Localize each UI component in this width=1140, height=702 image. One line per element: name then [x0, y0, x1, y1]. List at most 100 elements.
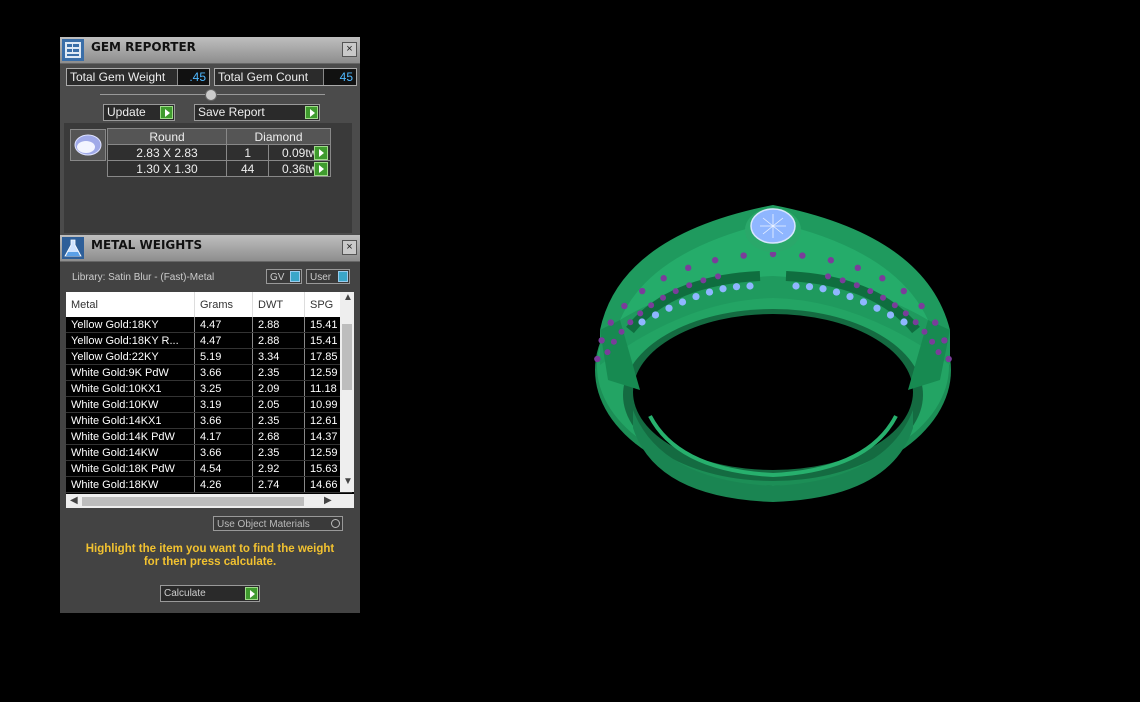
side-gem — [891, 302, 898, 309]
channel-gem — [638, 318, 646, 326]
side-gem — [921, 328, 928, 335]
side-gem — [621, 302, 628, 310]
save-report-button[interactable]: Save Report — [194, 104, 320, 121]
cell-metal: White Gold:14K PdW — [66, 428, 195, 445]
metal-table-header: Metal Grams DWT SPG — [66, 292, 352, 317]
gv-toggle[interactable]: GV — [266, 269, 302, 284]
vertical-scroll-thumb[interactable] — [342, 324, 352, 390]
gem-reporter-title: GEM REPORTER — [91, 40, 196, 54]
total-gem-weight-field: Total Gem Weight .45 — [66, 68, 210, 86]
cell-dwt: 2.35 — [252, 444, 305, 461]
cell-dwt: 3.34 — [252, 348, 305, 365]
side-gem — [711, 257, 719, 264]
table-row[interactable]: White Gold:10KX1 3.25 2.09 11.18 — [66, 380, 352, 397]
horizontal-scroll-thumb[interactable] — [82, 497, 304, 506]
gem-thumbnail — [70, 129, 106, 161]
cell-grams: 4.17 — [194, 428, 253, 445]
table-row[interactable]: Yellow Gold:22KY 5.19 3.34 17.85 — [66, 348, 352, 365]
metal-table-container[interactable]: Metal Grams DWT SPG Yellow Gold:18KY 4.47… — [66, 292, 354, 508]
3d-viewport[interactable] — [560, 180, 980, 510]
side-gem — [594, 355, 601, 363]
user-toggle[interactable]: User — [306, 269, 350, 284]
update-button[interactable]: Update — [103, 104, 175, 121]
horizontal-scrollbar[interactable]: ◀ ▶ — [66, 494, 354, 508]
instruction-text: Highlight the item you want to find the … — [70, 543, 350, 569]
gem-material-header: Diamond — [226, 128, 331, 145]
gv-toggle-label: GV — [270, 272, 285, 283]
panel-divider-handle[interactable] — [205, 89, 217, 101]
gem-row-select-arrow-icon[interactable] — [314, 162, 328, 176]
metal-weights-titlebar[interactable]: METAL WEIGHTS × — [60, 235, 360, 262]
gem-count: 1 — [225, 144, 270, 161]
side-gem — [660, 294, 667, 301]
cell-grams: 5.19 — [194, 348, 253, 365]
column-header-grams[interactable]: Grams — [194, 292, 253, 317]
cell-metal: White Gold:10KX1 — [66, 380, 195, 397]
user-toggle-label: User — [310, 272, 332, 283]
table-row[interactable]: White Gold:18K PdW 4.54 2.92 15.63 — [66, 460, 352, 477]
gem-row-select-arrow-icon[interactable] — [314, 146, 328, 160]
side-gem — [604, 349, 611, 356]
total-gem-weight-value: .45 — [177, 69, 209, 85]
save-report-button-label: Save Report — [198, 105, 265, 119]
channel-gem — [832, 288, 841, 296]
gem-reporter-titlebar[interactable]: GEM REPORTER × — [60, 37, 360, 64]
scroll-right-arrow-icon[interactable]: ▶ — [324, 495, 332, 506]
channel-gem — [665, 304, 673, 312]
gem-table-header: Round Diamond — [107, 128, 331, 145]
side-gem — [610, 338, 617, 345]
side-gem — [799, 252, 806, 259]
vertical-scrollbar[interactable]: ▲ ▼ — [340, 292, 354, 492]
cell-grams: 3.25 — [194, 380, 253, 397]
gem-row[interactable]: 1.30 X 1.30 44 0.36tw — [107, 160, 331, 177]
side-gem — [607, 319, 614, 326]
column-header-dwt[interactable]: DWT — [252, 292, 305, 317]
table-row[interactable]: White Gold:14KX1 3.66 2.35 12.61 — [66, 412, 352, 429]
column-header-metal[interactable]: Metal — [66, 292, 195, 317]
table-row[interactable]: Yellow Gold:18KY R... 4.47 2.88 15.41 — [66, 332, 352, 349]
side-gem — [912, 319, 919, 326]
scroll-down-arrow-icon[interactable]: ▼ — [343, 476, 353, 487]
channel-gem — [805, 283, 814, 291]
side-gem — [639, 287, 646, 295]
channel-gem — [873, 304, 881, 312]
table-row[interactable]: White Gold:14KW 3.66 2.35 12.59 — [66, 444, 352, 461]
side-gem — [686, 282, 693, 289]
gem-shape-header: Round — [107, 128, 227, 145]
scroll-left-arrow-icon[interactable]: ◀ — [70, 495, 78, 506]
use-object-materials-option[interactable]: Use Object Materials — [213, 516, 343, 531]
play-arrow-icon — [245, 587, 258, 600]
channel-gem — [900, 318, 908, 326]
channel-gem — [719, 285, 727, 293]
gem-reporter-panel: GEM REPORTER × Total Gem Weight .45 Tota… — [60, 37, 360, 235]
cell-metal: Yellow Gold:22KY — [66, 348, 195, 365]
calculate-button[interactable]: Calculate — [160, 585, 260, 602]
cell-metal: White Gold:14KW — [66, 444, 195, 461]
gem-row[interactable]: 2.83 X 2.83 1 0.09tw — [107, 144, 331, 161]
channel-gem — [651, 311, 660, 319]
gem-table: Round Diamond 2.83 X 2.83 1 0.09tw 1.30 … — [107, 128, 331, 177]
table-row[interactable]: White Gold:18KW 4.26 2.74 14.66 — [66, 476, 352, 493]
cell-dwt: 2.09 — [252, 380, 305, 397]
cell-metal: White Gold:18KW — [66, 476, 195, 493]
table-row[interactable]: White Gold:10KW 3.19 2.05 10.99 — [66, 396, 352, 413]
side-gem — [941, 337, 948, 344]
update-button-label: Update — [107, 105, 146, 119]
side-gem — [618, 328, 625, 335]
toggle-knob-icon — [290, 271, 300, 282]
close-icon[interactable]: × — [342, 240, 357, 255]
radio-icon — [331, 519, 340, 528]
side-gem — [853, 282, 860, 289]
side-gem — [627, 319, 634, 326]
channel-gem — [846, 292, 854, 301]
side-gem — [918, 302, 925, 310]
channel-gem — [886, 311, 895, 319]
table-row[interactable]: White Gold:14K PdW 4.17 2.68 14.37 — [66, 428, 352, 445]
channel-gem — [792, 282, 800, 290]
scroll-up-arrow-icon[interactable]: ▲ — [343, 292, 353, 303]
cell-grams: 3.19 — [194, 396, 253, 413]
table-row[interactable]: Yellow Gold:18KY 4.47 2.88 15.41 — [66, 317, 352, 333]
table-row[interactable]: White Gold:9K PdW 3.66 2.35 12.59 — [66, 364, 352, 381]
cell-grams: 4.47 — [194, 332, 253, 349]
close-icon[interactable]: × — [342, 42, 357, 57]
